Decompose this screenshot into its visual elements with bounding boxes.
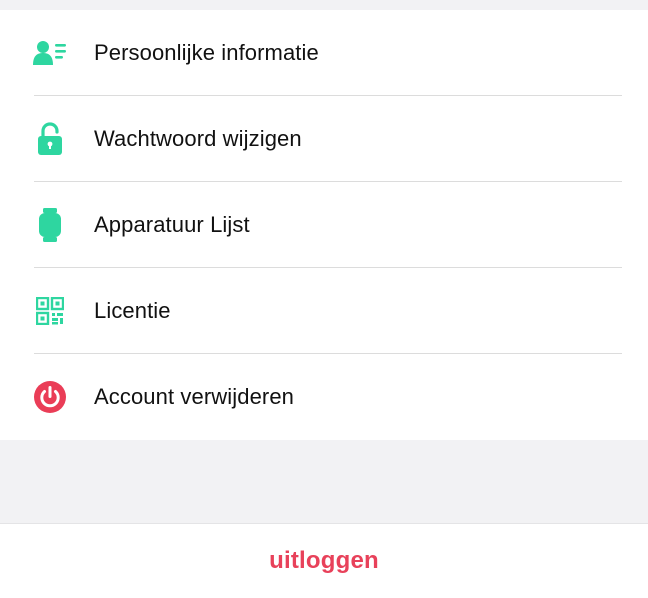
menu-item-device-list[interactable]: Apparatuur Lijst <box>0 182 648 268</box>
section-spacer <box>0 440 648 523</box>
logout-bar: uitloggen <box>0 523 648 598</box>
qr-code-icon <box>30 291 70 331</box>
menu-item-label: Wachtwoord wijzigen <box>94 126 302 151</box>
menu-item-label: Apparatuur Lijst <box>94 212 250 237</box>
top-gap <box>0 0 648 10</box>
settings-menu: Persoonlijke informatie Wachtwoord wijzi… <box>0 10 648 440</box>
lock-icon <box>30 119 70 159</box>
menu-item-delete-account[interactable]: Account verwijderen <box>0 354 648 440</box>
menu-item-personal-info[interactable]: Persoonlijke informatie <box>0 10 648 96</box>
watch-icon <box>30 205 70 245</box>
logout-button[interactable]: uitloggen <box>269 547 379 575</box>
user-card-icon <box>30 33 70 73</box>
menu-item-label: Licentie <box>94 298 171 323</box>
menu-item-label: Persoonlijke informatie <box>94 40 319 65</box>
menu-item-change-password[interactable]: Wachtwoord wijzigen <box>0 96 648 182</box>
power-icon <box>30 377 70 417</box>
menu-item-license[interactable]: Licentie <box>0 268 648 354</box>
menu-item-label: Account verwijderen <box>94 384 294 409</box>
